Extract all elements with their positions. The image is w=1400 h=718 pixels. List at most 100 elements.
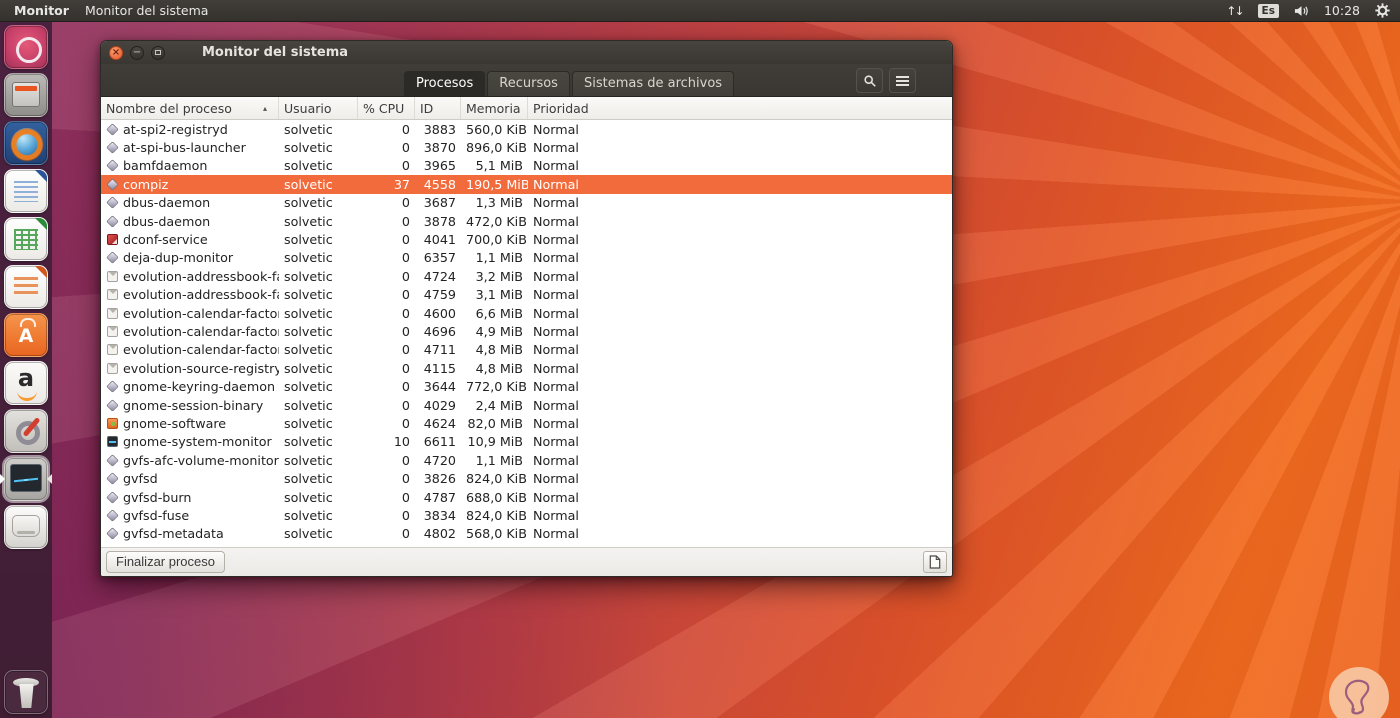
column-header-3[interactable]: ID: [415, 97, 461, 119]
process-memory: 4,8 MiB: [475, 342, 523, 358]
process-icon: [107, 307, 118, 319]
process-memory: 3,2 MiB: [475, 268, 523, 284]
process-priority: Normal: [533, 140, 579, 156]
minimize-button[interactable]: −: [130, 45, 144, 60]
process-row[interactable]: gvfsd-burn solvetic 0 4787 688,0 KiB Nor…: [101, 488, 952, 506]
process-cpu: 0: [401, 121, 410, 137]
process-row[interactable]: gnome-system-monitor solvetic 10 6611 10…: [101, 433, 952, 451]
column-header-5[interactable]: Prioridad: [528, 97, 952, 119]
process-row[interactable]: at-spi2-registryd solvetic 0 3883 560,0 …: [101, 120, 952, 138]
column-header-2[interactable]: % CPU: [358, 97, 415, 119]
process-icon: [106, 509, 119, 522]
tab-strip: Procesos Recursos Sistemas de archivos: [404, 71, 736, 96]
process-id: 3687: [423, 195, 456, 211]
process-icon: [107, 325, 118, 337]
launcher-item-amazon[interactable]: [0, 361, 52, 405]
process-row[interactable]: compiz solvetic 37 4558 190,5 MiB Normal: [101, 175, 952, 194]
launcher-item-ubuntu-software[interactable]: [0, 313, 52, 357]
files-icon: [4, 73, 48, 117]
process-row[interactable]: evolution-calendar-factory-sul solvetic …: [101, 322, 952, 340]
process-row[interactable]: bamfdaemon solvetic 0 3965 5,1 MiB Norma…: [101, 157, 952, 175]
process-row[interactable]: evolution-calendar-factory-sul solvetic …: [101, 341, 952, 359]
process-row[interactable]: evolution-source-registry solvetic 0 411…: [101, 359, 952, 377]
launcher-item-lo-calc[interactable]: [0, 217, 52, 261]
process-row[interactable]: at-spi-bus-launcher solvetic 0 3870 896,…: [101, 138, 952, 156]
process-row[interactable]: gvfs-afc-volume-monitor solvetic 0 4720 …: [101, 451, 952, 469]
process-row[interactable]: evolution-calendar-factory solvetic 0 46…: [101, 304, 952, 322]
launcher-item-ubuntu-dash[interactable]: [0, 25, 52, 69]
process-priority: Normal: [533, 287, 579, 303]
launcher-item-files[interactable]: [0, 73, 52, 117]
launcher-item-lo-writer[interactable]: [0, 169, 52, 213]
tab-procesos[interactable]: Procesos: [404, 71, 486, 96]
window-titlebar[interactable]: × − Monitor del sistema: [101, 41, 952, 64]
process-row[interactable]: dbus-daemon solvetic 0 3878 472,0 KiB No…: [101, 212, 952, 230]
column-header-4[interactable]: Memoria: [461, 97, 528, 119]
launcher-item-disks[interactable]: [0, 505, 52, 549]
process-memory: 896,0 KiB: [466, 140, 527, 156]
process-cpu: 0: [401, 250, 410, 266]
keyboard-layout-indicator[interactable]: Es: [1257, 3, 1279, 18]
process-memory: 3,1 MiB: [475, 287, 523, 303]
process-priority: Normal: [533, 507, 579, 523]
appmenu-app-name[interactable]: Monitor: [14, 3, 69, 18]
process-row[interactable]: dbus-daemon solvetic 0 3687 1,3 MiB Norm…: [101, 194, 952, 212]
process-row[interactable]: gnome-session-binary solvetic 0 4029 2,4…: [101, 396, 952, 414]
launcher-item-settings[interactable]: [0, 409, 52, 453]
launcher-item-system-monitor[interactable]: [0, 457, 52, 501]
end-process-button[interactable]: Finalizar proceso: [106, 551, 225, 573]
process-row[interactable]: evolution-addressbook-factor solvetic 0 …: [101, 267, 952, 285]
process-icon: [106, 453, 119, 467]
process-priority: Normal: [533, 415, 579, 431]
process-id: 4720: [423, 452, 456, 468]
properties-doc-button[interactable]: [923, 551, 947, 573]
search-button[interactable]: [856, 68, 883, 93]
process-row[interactable]: gnome-keyring-daemon solvetic 0 3644 772…: [101, 377, 952, 395]
appmenu-window-title[interactable]: Monitor del sistema: [85, 3, 209, 18]
process-row[interactable]: gvfsd solvetic 0 3826 824,0 KiB Normal: [101, 469, 952, 487]
process-priority: Normal: [533, 434, 579, 450]
tab-sistemas-de-archivos[interactable]: Sistemas de archivos: [571, 71, 735, 96]
process-row[interactable]: gvfsd-fuse solvetic 0 3834 824,0 KiB Nor…: [101, 506, 952, 524]
clock[interactable]: 10:28: [1324, 3, 1360, 18]
menu-button[interactable]: [889, 68, 916, 93]
tab-recursos[interactable]: Recursos: [487, 71, 570, 96]
process-user: solvetic: [284, 250, 333, 266]
session-gear-icon[interactable]: [1375, 3, 1390, 18]
process-priority: Normal: [533, 323, 579, 339]
close-button[interactable]: ×: [109, 45, 123, 60]
process-row[interactable]: gvfsd-metadata solvetic 0 4802 568,0 KiB…: [101, 525, 952, 543]
process-icon: [107, 344, 118, 356]
process-name: gnome-system-monitor: [123, 434, 272, 450]
process-cpu: 0: [401, 471, 410, 487]
process-priority: Normal: [533, 250, 579, 266]
process-cpu: 0: [401, 305, 410, 321]
process-row[interactable]: dconf-service solvetic 0 4041 700,0 KiB …: [101, 230, 952, 248]
process-icon: [106, 472, 119, 485]
launcher-item-firefox[interactable]: [0, 121, 52, 165]
launcher-item-trash[interactable]: [0, 670, 52, 714]
process-cpu: 10: [393, 434, 410, 450]
process-row[interactable]: evolution-addressbook-factor solvetic 0 …: [101, 286, 952, 304]
process-row[interactable]: deja-dup-monitor solvetic 0 6357 1,1 MiB…: [101, 249, 952, 267]
process-priority: Normal: [533, 268, 579, 284]
process-icon: [107, 234, 118, 246]
process-icon: [106, 398, 119, 412]
process-row[interactable]: gnome-software solvetic 0 4624 82,0 MiB …: [101, 414, 952, 432]
maximize-button[interactable]: [151, 45, 165, 60]
column-header-1[interactable]: Usuario: [279, 97, 358, 119]
process-user: solvetic: [284, 379, 333, 395]
process-cpu: 0: [401, 526, 410, 542]
column-label: ID: [420, 100, 434, 116]
sort-ascending-icon: ▴: [262, 103, 267, 113]
process-id: 4759: [423, 287, 456, 303]
volume-icon[interactable]: [1294, 5, 1309, 17]
process-cpu: 0: [401, 232, 410, 248]
process-priority: Normal: [533, 379, 579, 395]
system-monitor-icon: [4, 457, 48, 501]
column-header-0[interactable]: Nombre del proceso ▴: [101, 97, 279, 119]
launcher-item-lo-impress[interactable]: [0, 265, 52, 309]
network-indicator-icon[interactable]: ↑↓: [1226, 4, 1244, 18]
process-name: at-spi2-registryd: [123, 121, 228, 137]
process-id: 6611: [423, 434, 456, 450]
